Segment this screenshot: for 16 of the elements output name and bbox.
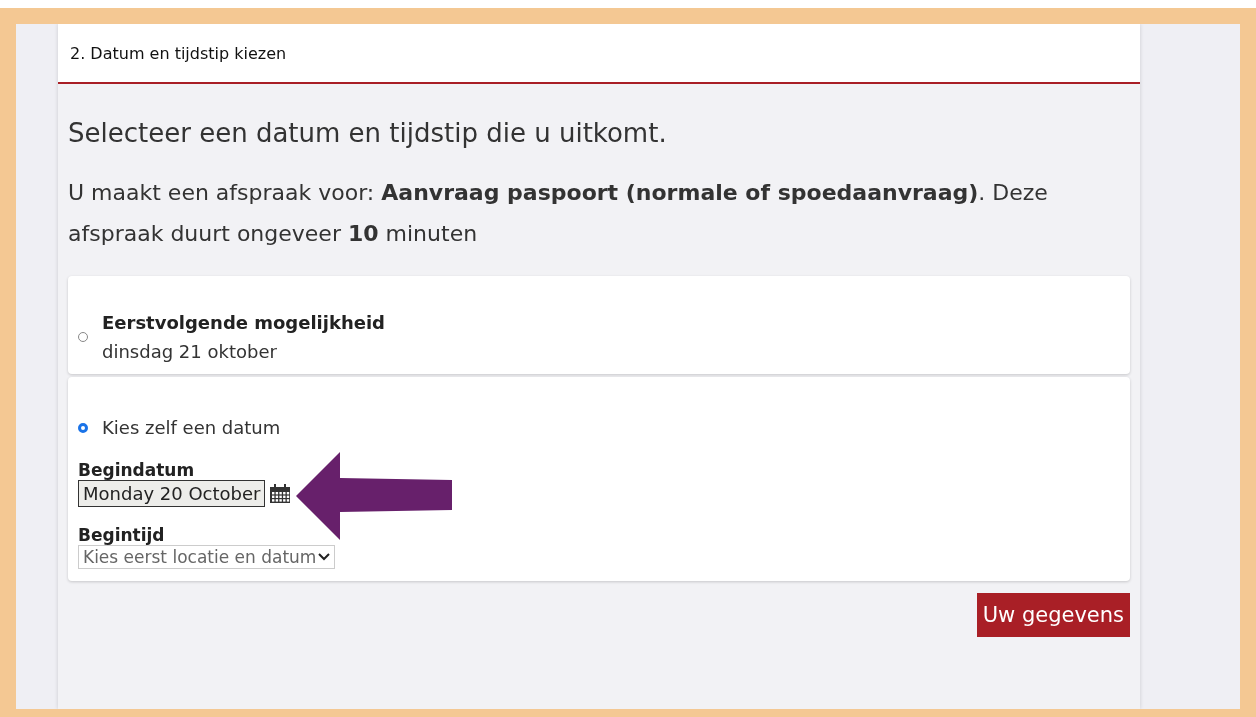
option-label: Eerstvolgende mogelijkheid (102, 311, 385, 335)
field-label: Begintijd (78, 525, 166, 545)
next-button[interactable]: Uw gegevens (976, 593, 1130, 637)
intro-text: U maakt een afspraak voor: Aanvraag paspoort (normale of spoedaanvraag). Deze afspraak duurt ongeveer 10 minuten (68, 179, 1049, 248)
page-heading: Selecteer een datum en tijdstip die u uitkomt. (68, 118, 668, 148)
radio-button[interactable] (78, 332, 88, 342)
calendar-icon[interactable] (269, 483, 292, 504)
chevron-icon (318, 553, 331, 561)
radio-button[interactable] (78, 422, 88, 433)
option-label: Kies zelf een datum (102, 416, 281, 440)
option-detail: dinsdag 21 oktober (102, 340, 278, 364)
field-label: Begindatum (78, 460, 196, 480)
arrow-icon (294, 450, 454, 542)
date-field[interactable]: Monday 20 October (78, 480, 266, 507)
step-title: 2. Datum en tijdstip kiezen (58, 24, 1140, 84)
time-select[interactable]: Kies eerst locatie en datum (78, 545, 336, 569)
